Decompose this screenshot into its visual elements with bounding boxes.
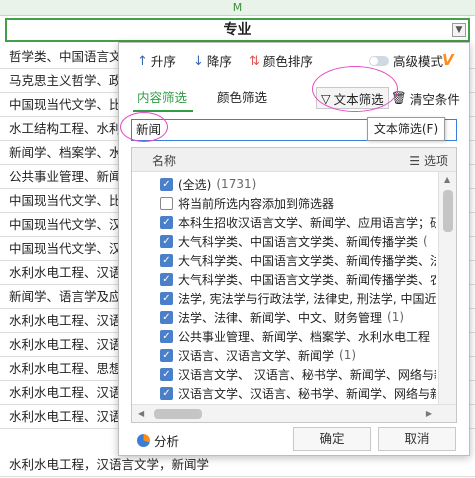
color-sort-icon: ⇅ bbox=[249, 54, 260, 69]
list-item[interactable]: ✓ 汉语言文学、汉语言、秘书学、新闻学、网络与新 bbox=[160, 383, 436, 402]
hamburger-icon: ☰ bbox=[409, 153, 420, 168]
list-item-label: 将当前所选内容添加到筛选器 bbox=[178, 196, 335, 211]
list-options-button[interactable]: ☰ 选项 bbox=[409, 152, 448, 169]
list-item-label: 法学, 宪法学与行政法学, 法律史, 刑法学, 中国近现 bbox=[178, 291, 436, 306]
list-item[interactable]: ✓ 大气科学类、中国语言文学类、新闻传播学类、农 bbox=[160, 269, 436, 289]
list-item[interactable]: ✓ 汉语言文学、 汉语言、秘书学、新闻学、网络与新 bbox=[160, 364, 436, 384]
scroll-up-icon[interactable]: ▲ bbox=[444, 175, 450, 184]
checkbox[interactable]: ✓ bbox=[160, 177, 173, 191]
list-item-count: (1731) bbox=[216, 177, 257, 191]
column-letter-header[interactable]: M bbox=[0, 0, 475, 16]
advanced-mode-label: 高级模式 bbox=[393, 54, 444, 69]
vip-badge-icon: V bbox=[442, 51, 454, 69]
list-item-label: 汉语言文学、汉语言、秘书学、新闻学、网络与新 bbox=[178, 386, 436, 401]
list-item-count: ( bbox=[423, 234, 428, 248]
clear-conditions-label: 清空条件 bbox=[409, 91, 460, 107]
list-item-label: 大气科学类、中国语言文学类、新闻传播学类 bbox=[178, 234, 419, 249]
filter-footer: 分析 确定 取消 bbox=[119, 423, 471, 457]
list-item-label: 公共事业管理、新闻学、档案学、水利水电工程 bbox=[178, 329, 431, 344]
ok-button[interactable]: 确定 bbox=[293, 427, 371, 451]
list-item[interactable]: ✓ 公共事业管理、新闻学、档案学、水利水电工程 bbox=[160, 326, 430, 346]
analyze-label: 分析 bbox=[154, 434, 180, 449]
trash-icon: 🗑 bbox=[391, 90, 407, 105]
funnel-icon: ▽ bbox=[321, 90, 331, 106]
checkbox[interactable]: ✓ bbox=[160, 215, 173, 229]
checkbox[interactable]: ✓ bbox=[160, 329, 173, 343]
column-header-cell[interactable]: 专业 ▼ bbox=[5, 18, 470, 42]
list-item-label: 本科生招收汉语言文学、新闻学、应用语言学；研 bbox=[178, 215, 436, 230]
sort-descending-icon: ↓ bbox=[193, 54, 204, 69]
sort-ascending-button[interactable]: ↑ 升序 bbox=[137, 53, 176, 71]
column-header-label: 专业 bbox=[223, 22, 252, 38]
vertical-scroll-thumb[interactable] bbox=[443, 190, 453, 232]
checkbox[interactable]: ✓ bbox=[160, 367, 173, 381]
sort-ascending-label: 升序 bbox=[150, 54, 176, 69]
list-item-label: 法学、法律、新闻学、中文、财务管理 bbox=[178, 310, 383, 325]
filter-value-list: 名称 ☰ 选项 ✓ (全选) (1731) 将当前所选内容添加到筛选器 ✓ 本科… bbox=[131, 147, 457, 423]
list-item[interactable]: ✓ 大气科学类、中国语言文学类、新闻传播学类、法 bbox=[160, 250, 436, 270]
list-item[interactable]: ✓ 汉语言、汉语言文学、新闻学 (1) bbox=[160, 345, 356, 365]
active-tab-indicator bbox=[133, 110, 193, 112]
cancel-button[interactable]: 取消 bbox=[378, 427, 456, 451]
list-header: 名称 ☰ 选项 bbox=[132, 148, 456, 172]
checkbox[interactable]: ✓ bbox=[160, 291, 173, 305]
clear-conditions-button[interactable]: 🗑 清空条件 bbox=[391, 87, 460, 109]
horizontal-scrollbar[interactable]: ◀ ▶ bbox=[132, 404, 456, 422]
color-sort-button[interactable]: ⇅ 颜色排序 bbox=[249, 53, 313, 71]
list-item-label: 汉语言、汉语言文学、新闻学 bbox=[178, 348, 335, 363]
list-item-label: 大气科学类、中国语言文学类、新闻传播学类、法 bbox=[178, 253, 436, 268]
sort-ascending-icon: ↑ bbox=[137, 54, 148, 69]
list-item-add-to-filter[interactable]: 将当前所选内容添加到筛选器 bbox=[160, 193, 334, 213]
list-item-label: 汉语言文学、 汉语言、秘书学、新闻学、网络与新 bbox=[178, 367, 436, 382]
list-item[interactable]: ✓ 大气科学类、中国语言文学类、新闻传播学类 ( bbox=[160, 231, 428, 251]
checkbox[interactable]: ✓ bbox=[160, 234, 173, 248]
list-item-count: (1) bbox=[387, 310, 405, 324]
checkbox[interactable]: ✓ bbox=[160, 272, 173, 286]
list-item[interactable]: ✓ 本科生招收汉语言文学、新闻学、应用语言学；研 bbox=[160, 212, 436, 232]
list-options-label: 选项 bbox=[423, 154, 448, 168]
analyze-button[interactable]: 分析 bbox=[137, 431, 179, 450]
filter-panel: ↑ 升序 ↓ 降序 ⇅ 颜色排序 高级模式 V 内容筛选 颜色筛选 ▽ 文本筛选… bbox=[118, 42, 470, 456]
sort-descending-label: 降序 bbox=[206, 54, 232, 69]
advanced-mode-toggle[interactable] bbox=[369, 56, 389, 66]
list-item[interactable]: ✓ 法学, 宪法学与行政法学, 法律史, 刑法学, 中国近现 bbox=[160, 288, 436, 308]
filter-toolbar: ↑ 升序 ↓ 降序 ⇅ 颜色排序 高级模式 V bbox=[119, 43, 471, 79]
pie-chart-icon bbox=[137, 434, 150, 447]
list-item-select-all[interactable]: ✓ (全选) (1731) bbox=[160, 174, 256, 194]
list-item-label: (全选) bbox=[178, 177, 212, 192]
tab-content-filter[interactable]: 内容筛选 bbox=[137, 89, 187, 107]
checkbox[interactable] bbox=[160, 196, 173, 210]
checkbox[interactable]: ✓ bbox=[160, 310, 173, 324]
sort-descending-button[interactable]: ↓ 降序 bbox=[193, 53, 232, 71]
vertical-scrollbar[interactable]: ▲ bbox=[438, 172, 456, 406]
filter-items: ✓ (全选) (1731) 将当前所选内容添加到筛选器 ✓ 本科生招收汉语言文学… bbox=[132, 174, 436, 402]
filter-tabs: 内容筛选 颜色筛选 ▽ 文本筛选 🗑 清空条件 bbox=[119, 79, 471, 113]
checkbox[interactable]: ✓ bbox=[160, 253, 173, 267]
list-name-header: 名称 bbox=[152, 154, 177, 168]
scroll-right-icon[interactable]: ▶ bbox=[426, 409, 432, 418]
checkbox[interactable]: ✓ bbox=[160, 386, 173, 400]
horizontal-scroll-thumb[interactable] bbox=[154, 409, 202, 419]
text-filter-label: 文本筛选 bbox=[333, 91, 384, 107]
scroll-left-icon[interactable]: ◀ bbox=[138, 409, 144, 418]
list-item-count: (1) bbox=[339, 348, 357, 362]
color-sort-label: 颜色排序 bbox=[262, 54, 313, 69]
list-item[interactable]: ✓ 法学、法律、新闻学、中文、财务管理 (1) bbox=[160, 307, 404, 327]
checkbox[interactable]: ✓ bbox=[160, 348, 173, 362]
filter-dropdown-icon[interactable]: ▼ bbox=[452, 23, 466, 37]
text-filter-button[interactable]: ▽ 文本筛选 bbox=[316, 87, 389, 109]
tab-color-filter[interactable]: 颜色筛选 bbox=[217, 89, 267, 107]
list-item-label: 大气科学类、中国语言文学类、新闻传播学类、农 bbox=[178, 272, 436, 287]
text-filter-tooltip: 文本筛选(F) bbox=[367, 117, 445, 141]
